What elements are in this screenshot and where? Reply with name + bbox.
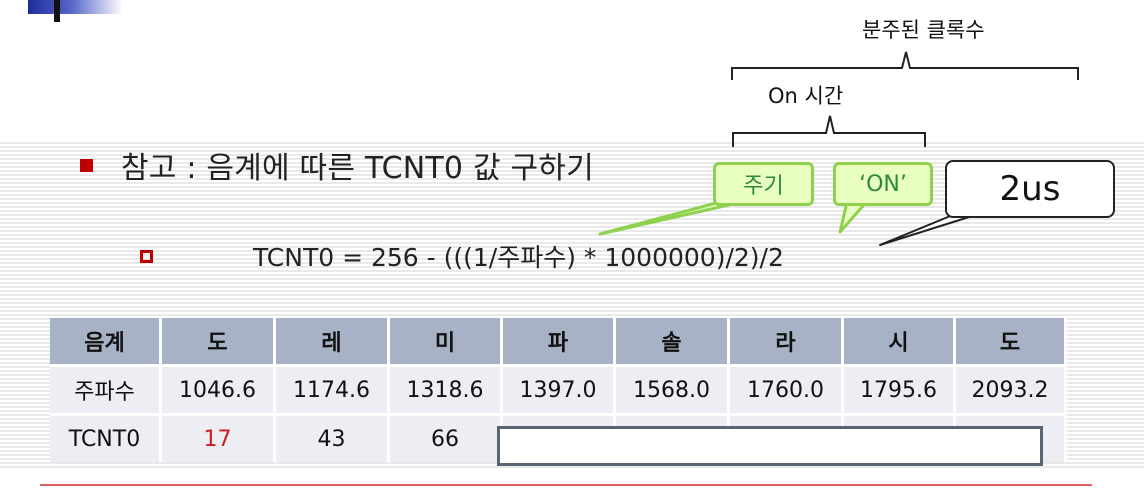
duration-callout: 2us [945, 160, 1115, 218]
table-cell: 1174.6 [276, 364, 390, 413]
table-cell: 1397.0 [503, 364, 616, 413]
table-row: 주파수 1046.6 1174.6 1318.6 1397.0 1568.0 1… [50, 364, 1067, 413]
table-header-cell: 음계 [50, 318, 162, 364]
table-cell: 2093.2 [956, 364, 1067, 413]
on-callout: ‘ON’ [833, 162, 933, 206]
table-header-cell: 라 [730, 318, 844, 364]
table-header-cell: 레 [276, 318, 390, 364]
table-header-cell: 솔 [616, 318, 730, 364]
table-cell: 주파수 [50, 364, 162, 413]
table-cell: 66 [390, 413, 503, 462]
table-cell: 1760.0 [730, 364, 844, 413]
table-cell: 1046.6 [162, 364, 276, 413]
table-header-cell: 도 [956, 318, 1067, 364]
table-header-cell: 도 [162, 318, 276, 364]
table-cell-highlighted: 17 [162, 413, 276, 462]
table-header-cell: 미 [390, 318, 503, 364]
table-cell: TCNT0 [50, 413, 162, 462]
table-cell: 1795.6 [844, 364, 956, 413]
answer-box [497, 426, 1043, 466]
table-cell: 1318.6 [390, 364, 503, 413]
bottom-divider [40, 484, 1092, 486]
table-cell: 43 [276, 413, 390, 462]
table-header-row: 음계 도 레 미 파 솔 라 시 도 [50, 318, 1067, 364]
period-callout: 주기 [713, 162, 814, 206]
table-cell: 1568.0 [616, 364, 730, 413]
table-header-cell: 시 [844, 318, 956, 364]
table-header-cell: 파 [503, 318, 616, 364]
